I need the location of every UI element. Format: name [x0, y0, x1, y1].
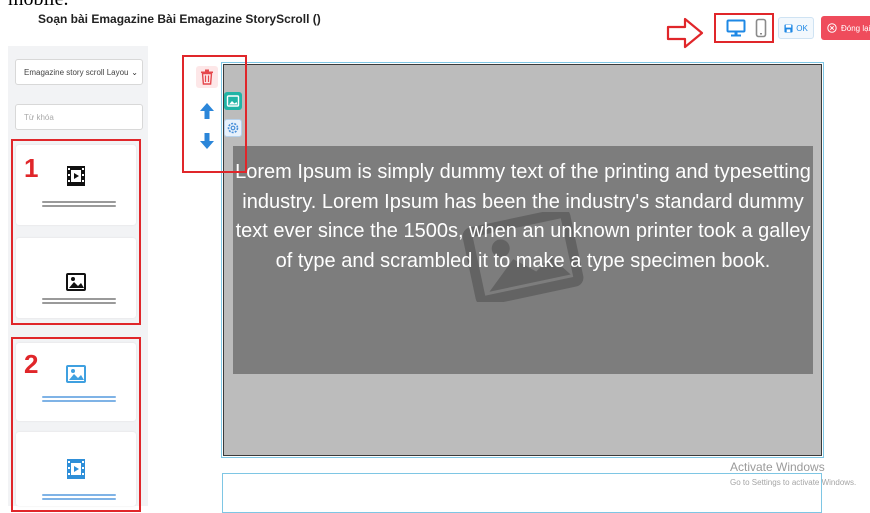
text-placeholder-line — [42, 298, 116, 300]
save-icon — [784, 23, 793, 33]
ok-label: OK — [796, 23, 808, 33]
block-body-text[interactable]: Lorem Ipsum is simply dummy text of the … — [233, 158, 813, 276]
layout-select-value: Emagazine story scroll Layou — [24, 67, 129, 77]
trash-icon — [201, 69, 213, 85]
arrow-down-icon — [200, 133, 214, 149]
text-placeholder-line — [42, 498, 116, 500]
film-icon — [67, 459, 85, 479]
close-label: Đóng lại — [841, 23, 870, 33]
text-placeholder-line — [42, 302, 116, 304]
group-2-number: 2 — [24, 349, 39, 379]
block-template-video-blue[interactable] — [16, 432, 136, 506]
activation-watermark-subtitle: Go to Settings to activate Windows. — [730, 478, 857, 487]
image-icon — [66, 273, 86, 291]
group-1-number: 1 — [24, 153, 39, 183]
film-icon — [67, 166, 85, 186]
move-up-button[interactable] — [196, 100, 218, 122]
delete-block-button[interactable] — [196, 66, 218, 88]
layout-select[interactable]: Emagazine story scroll Layou ⌄ — [15, 59, 143, 85]
image-icon — [226, 95, 240, 107]
close-circle-icon — [827, 23, 837, 33]
block-template-video[interactable]: 1 — [16, 145, 136, 225]
activation-watermark-title: Activate Windows — [730, 460, 825, 474]
text-placeholder-line — [42, 400, 116, 402]
block-template-image[interactable] — [16, 238, 136, 318]
arrow-up-icon — [200, 103, 214, 119]
text-placeholder-line — [42, 201, 116, 203]
block-settings-button[interactable] — [224, 119, 242, 137]
keyword-search-input[interactable] — [15, 104, 143, 130]
gear-icon — [227, 122, 239, 134]
block-template-image-blue[interactable]: 2 — [16, 343, 136, 421]
chevron-down-icon: ⌄ — [131, 68, 138, 77]
text-placeholder-line — [42, 396, 116, 398]
close-button[interactable]: Đóng lại — [821, 16, 870, 40]
desktop-icon[interactable] — [726, 19, 746, 37]
text-placeholder-line — [42, 494, 116, 496]
move-down-button[interactable] — [196, 130, 218, 152]
clipped-top-text: mobile. — [8, 0, 69, 11]
mobile-icon[interactable] — [755, 18, 767, 38]
page-title: Soạn bài Emagazine Bài Emagazine StorySc… — [38, 12, 321, 26]
arrow-right-outline-icon — [666, 17, 704, 49]
change-image-button[interactable] — [224, 92, 242, 110]
save-ok-button[interactable]: OK — [778, 17, 814, 39]
image-icon — [66, 365, 86, 383]
text-placeholder-line — [42, 205, 116, 207]
